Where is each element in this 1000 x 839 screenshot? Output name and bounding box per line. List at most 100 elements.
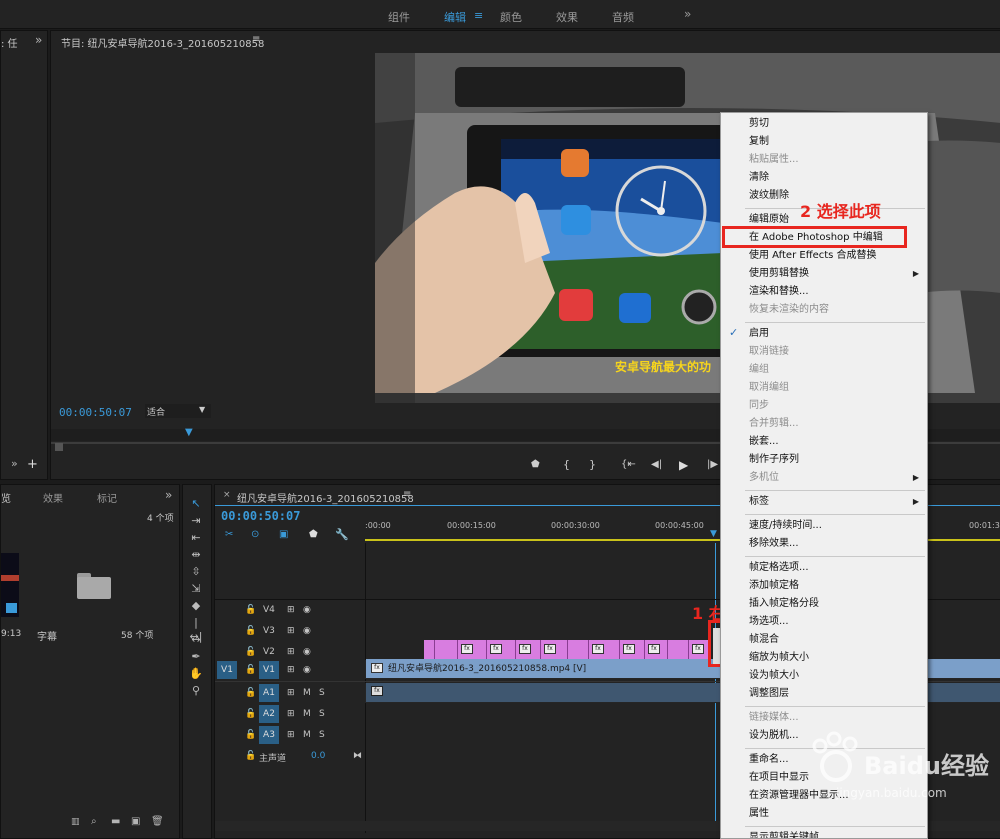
- wrench-icon[interactable]: 🔧: [335, 528, 349, 541]
- context-menu-item[interactable]: 帧混合: [749, 633, 779, 647]
- sync-lock-icon[interactable]: ⊞: [287, 688, 295, 698]
- context-menu-item[interactable]: 清除: [749, 171, 769, 185]
- eye-icon[interactable]: ◉: [303, 647, 311, 657]
- panel-menu-icon[interactable]: ≡: [252, 34, 260, 45]
- zoom-tool-icon[interactable]: ⚲: [188, 684, 204, 698]
- v2-title-clip[interactable]: fx: [620, 640, 645, 659]
- context-menu-item[interactable]: 显示剪辑关键帧: [749, 831, 819, 838]
- lock-icon[interactable]: 🔓: [245, 751, 256, 761]
- context-menu-item[interactable]: 添加帧定格: [749, 579, 799, 593]
- workspace-tab[interactable]: 颜色: [500, 9, 522, 25]
- linked-selection-icon[interactable]: ⊙: [251, 529, 259, 540]
- eye-icon[interactable]: ◉: [303, 605, 311, 615]
- step-forward-icon[interactable]: |▶: [707, 459, 718, 470]
- context-menu-item[interactable]: 嵌套...: [749, 435, 779, 449]
- lock-icon[interactable]: 🔓: [245, 730, 256, 740]
- lock-icon[interactable]: 🔓: [245, 688, 256, 698]
- v2-title-clip[interactable]: fx: [589, 640, 620, 659]
- program-timecode[interactable]: 00:00:50:07: [59, 406, 132, 419]
- new-bin-icon[interactable]: ▬: [111, 816, 120, 827]
- workspace-tab[interactable]: 音频: [612, 9, 634, 25]
- mark-in-icon[interactable]: {: [563, 458, 570, 471]
- solo-button[interactable]: S: [319, 730, 325, 740]
- context-menu-item[interactable]: 使用剪辑替换: [749, 267, 809, 281]
- sequence-thumbnail[interactable]: [1, 553, 19, 617]
- add-marker-icon[interactable]: ▣: [279, 529, 288, 540]
- context-menu-item[interactable]: 属性: [749, 807, 769, 821]
- context-menu-item[interactable]: 制作子序列: [749, 453, 799, 467]
- v2-title-clip[interactable]: fx: [458, 640, 487, 659]
- timeline-timecode[interactable]: 00:00:50:07: [221, 509, 300, 523]
- panel-menu-icon[interactable]: ≡: [403, 489, 411, 500]
- track-label-a3[interactable]: A3: [259, 726, 279, 744]
- track-label-v1[interactable]: V1: [259, 661, 279, 679]
- marker-icon[interactable]: ⬟: [309, 529, 318, 540]
- workspace-tab[interactable]: 效果: [556, 9, 578, 25]
- context-menu-item[interactable]: 启用: [749, 327, 769, 341]
- mark-out-icon[interactable]: }: [589, 458, 596, 471]
- workspace-tab[interactable]: 组件: [388, 9, 410, 25]
- sync-lock-icon[interactable]: ⊞: [287, 730, 295, 740]
- v2-title-clip[interactable]: [568, 640, 589, 659]
- context-menu-item[interactable]: 在项目中显示: [749, 771, 809, 785]
- sync-lock-icon[interactable]: ⊞: [287, 605, 295, 615]
- lock-icon[interactable]: 🔓: [245, 709, 256, 719]
- zoom-handle[interactable]: [55, 443, 63, 451]
- tab-effects[interactable]: 效果: [43, 490, 63, 505]
- lock-icon[interactable]: 🔓: [245, 605, 256, 615]
- playhead-icon[interactable]: ▼: [710, 529, 717, 539]
- play-icon[interactable]: ▶: [679, 458, 688, 472]
- context-menu-item[interactable]: 设为帧大小: [749, 669, 799, 683]
- lock-icon[interactable]: 🔓: [245, 665, 256, 675]
- track-label-a2[interactable]: A2: [259, 705, 279, 723]
- track-label-v2[interactable]: V2: [263, 647, 275, 657]
- context-menu-item[interactable]: 剪切: [749, 117, 769, 131]
- search-icon[interactable]: ⌕: [91, 816, 97, 827]
- v2-title-clip[interactable]: [424, 640, 435, 659]
- context-menu-item[interactable]: 缩放为帧大小: [749, 651, 809, 665]
- lock-icon[interactable]: 🔓: [245, 647, 256, 657]
- track-label-a1[interactable]: A1: [259, 684, 279, 702]
- v2-title-clip[interactable]: fx: [645, 640, 668, 659]
- sync-lock-icon[interactable]: ⊞: [287, 709, 295, 719]
- go-to-in-icon[interactable]: {⇤: [621, 459, 636, 470]
- v2-title-clip[interactable]: [435, 640, 458, 659]
- context-menu-item[interactable]: 移除效果...: [749, 537, 799, 551]
- add-button-icon[interactable]: +: [27, 457, 38, 472]
- list-view-icon[interactable]: ▥: [71, 817, 80, 827]
- snap-icon[interactable]: ✂: [225, 529, 233, 540]
- mute-button[interactable]: M: [303, 688, 311, 698]
- step-back-icon[interactable]: ◀|: [651, 459, 662, 470]
- context-menu-item[interactable]: 速度/持续时间...: [749, 519, 822, 533]
- mute-button[interactable]: M: [303, 709, 311, 719]
- panel-overflow-icon[interactable]: »: [35, 33, 42, 47]
- ripple-edit-tool-icon[interactable]: ⇤: [188, 531, 204, 545]
- selection-tool-icon[interactable]: ↖: [188, 497, 204, 511]
- pen-adjust-tool-icon[interactable]: ↔: [188, 633, 204, 647]
- source-patch-v1[interactable]: V1: [217, 661, 237, 679]
- panel-overflow-icon[interactable]: »: [165, 488, 172, 502]
- v2-title-clip[interactable]: [668, 640, 689, 659]
- v2-title-clip[interactable]: fx: [487, 640, 516, 659]
- sync-lock-icon[interactable]: ⊞: [287, 647, 295, 657]
- pen-tool-icon[interactable]: ✒: [188, 650, 204, 664]
- eye-icon[interactable]: ◉: [303, 665, 311, 675]
- solo-button[interactable]: S: [319, 709, 325, 719]
- context-menu-item[interactable]: 场选项...: [749, 615, 789, 629]
- folder-icon[interactable]: [77, 573, 111, 599]
- fit-dropdown[interactable]: 适合 ▼: [145, 404, 211, 418]
- workspace-tab-active[interactable]: 编辑: [444, 9, 466, 25]
- rate-stretch-tool-icon[interactable]: ⇳: [188, 565, 204, 579]
- context-menu-item[interactable]: 重命名...: [749, 753, 789, 767]
- track-select-tool-icon[interactable]: ⇥: [188, 514, 204, 528]
- tab-markers[interactable]: 标记: [97, 490, 117, 505]
- v2-title-clip[interactable]: fx: [516, 640, 541, 659]
- workspace-menu-icon[interactable]: ≡: [474, 9, 483, 22]
- bin-name[interactable]: 字幕: [37, 628, 57, 643]
- lock-icon[interactable]: 🔓: [245, 626, 256, 636]
- context-menu-item[interactable]: 设为脱机...: [749, 729, 799, 743]
- master-end-icon[interactable]: ⧓: [353, 751, 362, 761]
- project-tab[interactable]: 览: [1, 490, 11, 505]
- close-sequence-icon[interactable]: ×: [223, 490, 231, 500]
- eye-icon[interactable]: ◉: [303, 626, 311, 636]
